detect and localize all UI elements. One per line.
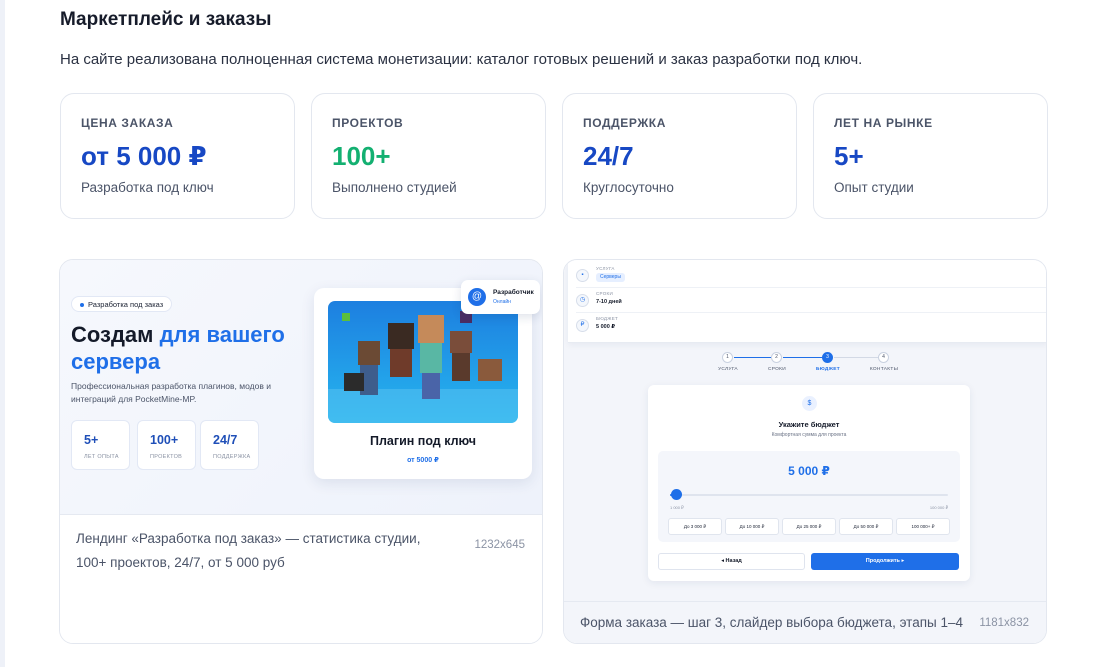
summary-label: БЮДЖЕТ bbox=[596, 316, 619, 321]
clock-icon: ◷ bbox=[576, 294, 589, 307]
landing-stat-label: ЛЕТ ОПЫТА bbox=[84, 454, 119, 460]
stat-card-years: ЛЕТ НА РЫНКЕ 5+ Опыт студии bbox=[813, 93, 1048, 219]
stat-subtitle: Круглосуточно bbox=[583, 180, 674, 195]
step-connector bbox=[734, 357, 771, 358]
order-summary: ▪ УСЛУГА Серверы ◷ СРОКИ 7-10 дней ₽ БЮД… bbox=[568, 260, 1046, 343]
stat-label: ПОДДЕРЖКА bbox=[583, 116, 666, 130]
stat-subtitle: Опыт студии bbox=[834, 180, 914, 195]
summary-value: 5 000 ₽ bbox=[596, 324, 616, 330]
stat-label: ПРОЕКТОВ bbox=[332, 116, 404, 130]
minecraft-characters-illustration bbox=[328, 311, 518, 423]
step-4: 4 bbox=[878, 352, 889, 363]
step-label-active: БЮДЖЕТ bbox=[816, 367, 840, 372]
budget-slider-thumb[interactable] bbox=[670, 489, 682, 500]
preset-button[interactable]: 100 000+ ₽ bbox=[896, 518, 950, 535]
landing-stat-label: ПОДДЕРЖКА bbox=[213, 454, 251, 460]
step-label: УСЛУГА bbox=[718, 367, 738, 372]
step-1: 1 bbox=[722, 352, 733, 363]
back-button[interactable]: ◂ Назад bbox=[658, 553, 805, 570]
stat-subtitle: Разработка под ключ bbox=[81, 180, 214, 195]
step-2: 2 bbox=[771, 352, 782, 363]
stat-card-price: ЦЕНА ЗАКАЗА от 5 000 ₽ Разработка под кл… bbox=[60, 93, 295, 219]
left-border bbox=[0, 0, 5, 667]
landing-pill-label: Разработка под заказ bbox=[88, 300, 164, 309]
landing-stat-years: 5+ ЛЕТ ОПЫТА bbox=[71, 420, 130, 470]
landing-stat-value: 5+ bbox=[84, 433, 99, 447]
preset-button[interactable]: До 10 000 ₽ bbox=[725, 518, 779, 535]
form-subtitle: Комфортная сумма для проекта bbox=[771, 432, 847, 438]
developer-badge: @ Разработчик Онлайн bbox=[461, 280, 540, 314]
landing-heading: Создам для вашего сервера bbox=[71, 321, 321, 375]
product-image bbox=[328, 301, 518, 423]
developer-status: Онлайн bbox=[493, 299, 511, 305]
step-connector bbox=[834, 357, 878, 358]
screenshot-card-orderform[interactable]: ▪ УСЛУГА Серверы ◷ СРОКИ 7-10 дней ₽ БЮД… bbox=[563, 259, 1047, 644]
summary-label: СРОКИ bbox=[596, 291, 614, 296]
budget-box: 5 000 ₽ 1 000 ₽ 100 000 ₽ До 3 000 ₽ До … bbox=[658, 451, 960, 542]
back-button-label: Назад bbox=[725, 558, 742, 564]
orderform-preview: ▪ УСЛУГА Серверы ◷ СРОКИ 7-10 дней ₽ БЮД… bbox=[564, 260, 1046, 601]
stat-subtitle: Выполнено студией bbox=[332, 180, 457, 195]
landing-preview: Разработка под заказ Создам для вашего с… bbox=[60, 260, 542, 514]
dot-icon bbox=[80, 303, 84, 308]
slider-min-label: 1 000 ₽ bbox=[670, 505, 684, 510]
divider bbox=[576, 287, 1046, 288]
step-label: КОНТАКТЫ bbox=[869, 367, 899, 372]
stat-value: 100+ bbox=[332, 141, 391, 171]
landing-heading-plain: Создам bbox=[71, 322, 154, 347]
caption-area: Форма заказа — шаг 3, слайдер выбора бюд… bbox=[564, 601, 1046, 643]
at-icon: @ bbox=[468, 288, 486, 306]
section-description: На сайте реализована полноценная система… bbox=[60, 51, 863, 68]
budget-form-card: $ Укажите бюджет Комфортная сумма для пр… bbox=[648, 385, 970, 581]
summary-label: УСЛУГА bbox=[596, 266, 615, 271]
server-icon: ▪ bbox=[576, 269, 589, 282]
screenshot-dimensions: 1181x832 bbox=[979, 617, 1029, 629]
caption-area: Лендинг «Разработка под заказ» — статист… bbox=[60, 514, 542, 643]
landing-paragraph: Профессиональная разработка плагинов, мо… bbox=[71, 381, 271, 404]
summary-value: 7-10 дней bbox=[596, 299, 622, 305]
stat-label: ЦЕНА ЗАКАЗА bbox=[81, 116, 174, 130]
divider bbox=[576, 312, 1046, 313]
screenshot-dimensions: 1232x645 bbox=[474, 539, 525, 551]
product-title: Плагин под ключ bbox=[369, 434, 477, 448]
summary-chip: Серверы bbox=[596, 273, 625, 282]
step-label: СРОКИ bbox=[767, 367, 787, 372]
screenshot-card-landing[interactable]: Разработка под заказ Создам для вашего с… bbox=[59, 259, 543, 644]
step-3-active: 3 bbox=[822, 352, 833, 363]
stat-card-projects: ПРОЕКТОВ 100+ Выполнено студией bbox=[311, 93, 546, 219]
slider-max-label: 100 000 ₽ bbox=[929, 505, 948, 510]
landing-stat-value: 24/7 bbox=[213, 433, 238, 447]
ruble-icon: ₽ bbox=[576, 319, 589, 332]
dollar-icon: $ bbox=[802, 396, 817, 411]
screenshot-caption: Форма заказа — шаг 3, слайдер выбора бюд… bbox=[580, 615, 963, 630]
landing-stat-label: ПРОЕКТОВ bbox=[150, 454, 183, 460]
form-title: Укажите бюджет bbox=[778, 420, 840, 429]
section-title: Маркетплейс и заказы bbox=[60, 9, 272, 30]
preset-button[interactable]: До 50 000 ₽ bbox=[839, 518, 893, 535]
stat-value: от 5 000 ₽ bbox=[81, 141, 207, 171]
stat-value: 24/7 bbox=[583, 141, 634, 171]
product-price: от 5000 ₽ bbox=[407, 457, 439, 464]
stat-label: ЛЕТ НА РЫНКЕ bbox=[834, 116, 933, 130]
preset-button[interactable]: До 25 000 ₽ bbox=[782, 518, 836, 535]
screenshot-caption: Лендинг «Разработка под заказ» — статист… bbox=[76, 531, 421, 570]
product-card: Плагин под ключ от 5000 ₽ bbox=[314, 288, 532, 479]
landing-stat-value: 100+ bbox=[150, 433, 179, 447]
budget-value: 5 000 ₽ bbox=[788, 464, 830, 478]
step-connector bbox=[783, 357, 822, 358]
stat-value: 5+ bbox=[834, 141, 864, 171]
developer-name: Разработчик bbox=[493, 289, 534, 296]
landing-stat-support: 24/7 ПОДДЕРЖКА bbox=[200, 420, 259, 470]
chevron-right-icon: ▸ bbox=[899, 558, 905, 564]
landing-stat-projects: 100+ ПРОЕКТОВ bbox=[137, 420, 196, 470]
stat-card-support: ПОДДЕРЖКА 24/7 Круглосуточно bbox=[562, 93, 797, 219]
continue-button-label: Продолжить bbox=[865, 558, 900, 564]
landing-pill: Разработка под заказ bbox=[71, 296, 173, 312]
continue-button[interactable]: Продолжить ▸ bbox=[811, 553, 959, 570]
budget-slider-track[interactable] bbox=[670, 494, 948, 496]
preset-button[interactable]: До 3 000 ₽ bbox=[668, 518, 722, 535]
